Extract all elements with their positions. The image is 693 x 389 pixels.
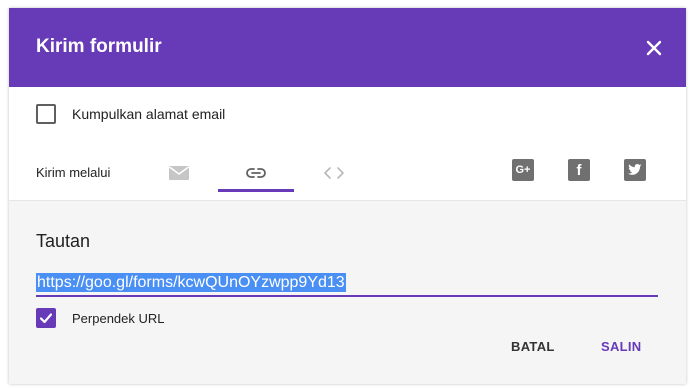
send-form-dialog: Kirim formulir Kumpulkan alamat email Ki…	[9, 8, 686, 384]
send-via-label: Kirim melalui	[36, 165, 111, 180]
email-icon	[169, 166, 189, 180]
send-via-row: Kirim melalui G+ f	[9, 146, 686, 196]
check-icon	[39, 313, 53, 324]
twitter-icon	[628, 164, 642, 175]
tab-indicator	[218, 189, 294, 192]
collect-email-row[interactable]: Kumpulkan alamat email	[36, 104, 225, 124]
facebook-button[interactable]: f	[568, 159, 590, 181]
tab-link[interactable]	[218, 154, 294, 192]
google-plus-icon: G+	[515, 164, 531, 176]
close-button[interactable]	[640, 34, 668, 62]
cancel-button[interactable]: BATAL	[511, 339, 555, 354]
dialog-header: Kirim formulir	[9, 8, 686, 87]
url-text: https://goo.gl/forms/kcwQUnOYzwpp9Yd13	[36, 273, 346, 292]
google-plus-button[interactable]: G+	[512, 159, 534, 181]
link-icon	[246, 168, 266, 178]
tab-email[interactable]	[159, 154, 199, 192]
shorten-url-label: Perpendek URL	[72, 310, 165, 326]
collect-email-label: Kumpulkan alamat email	[72, 106, 226, 122]
facebook-icon: f	[576, 161, 582, 179]
shorten-url-checkbox[interactable]	[36, 308, 56, 328]
collect-email-checkbox[interactable]	[36, 104, 56, 124]
dialog-title: Kirim formulir	[36, 36, 162, 57]
url-input[interactable]: https://goo.gl/forms/kcwQUnOYzwpp9Yd13	[36, 269, 658, 297]
twitter-button[interactable]	[624, 159, 646, 181]
embed-code-icon	[324, 167, 344, 179]
tab-embed[interactable]	[314, 154, 354, 192]
close-icon	[646, 40, 662, 56]
shorten-url-row[interactable]: Perpendek URL	[36, 308, 165, 328]
link-panel: Tautan https://goo.gl/forms/kcwQUnOYzwpp…	[9, 200, 686, 384]
copy-button[interactable]: SALIN	[601, 339, 642, 354]
link-section-title: Tautan	[36, 231, 91, 251]
